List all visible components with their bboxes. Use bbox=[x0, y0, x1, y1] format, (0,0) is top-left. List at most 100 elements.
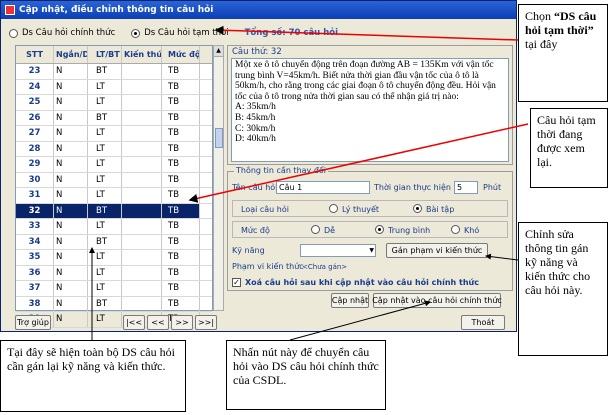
table-row[interactable]: 33 N LT TB bbox=[16, 219, 212, 235]
table-row[interactable]: 34 N BT TB bbox=[16, 234, 212, 250]
cell-stt: 36 bbox=[16, 265, 54, 280]
scroll-up-icon[interactable]: ▲ bbox=[214, 46, 223, 57]
cell-type: LT bbox=[88, 126, 122, 141]
nav-last-button[interactable]: >>| bbox=[195, 315, 217, 330]
radio-theory[interactable] bbox=[329, 204, 338, 213]
window-title: Cập nhật, điều chỉnh thông tin câu hỏi bbox=[19, 5, 214, 15]
cell-type: LT bbox=[88, 141, 122, 156]
table-row[interactable]: 36 N LT TB bbox=[16, 265, 212, 281]
cell-knowledge bbox=[122, 219, 162, 234]
radio-easy-label: Dễ bbox=[324, 226, 336, 235]
radio-hard-label: Khó bbox=[464, 226, 480, 235]
update-official-button[interactable]: Cập nhật vào câu hỏi chính thức bbox=[372, 293, 502, 308]
table-row[interactable]: 28 N LT TB bbox=[16, 141, 212, 157]
radio-medium[interactable] bbox=[375, 225, 384, 234]
time-input[interactable]: 5 bbox=[454, 181, 478, 194]
scroll-thumb[interactable] bbox=[215, 128, 223, 148]
type-group: Loại câu hỏi Lý thuyết Bài tập bbox=[232, 200, 508, 217]
col-level[interactable]: Mức độ bbox=[162, 46, 200, 63]
cell-knowledge bbox=[122, 110, 162, 125]
col-length[interactable]: Ngắn/Dài bbox=[54, 46, 88, 63]
cell-knowledge bbox=[122, 203, 162, 218]
cell-stt: 26 bbox=[16, 110, 54, 125]
cell-stt: 24 bbox=[16, 79, 54, 94]
cell-length: N bbox=[54, 141, 88, 156]
cell-stt: 38 bbox=[16, 296, 54, 311]
table-row[interactable]: 24 N LT TB bbox=[16, 79, 212, 95]
callout-select-temp-post: tại đây bbox=[525, 37, 558, 51]
cell-level: TB bbox=[162, 203, 200, 218]
assign-scope-button[interactable]: Gán phạm vi kiến thức bbox=[386, 243, 488, 258]
radio-temp-dot[interactable] bbox=[131, 28, 141, 38]
nav-prev-button[interactable]: << bbox=[147, 315, 169, 330]
cell-length: N bbox=[54, 110, 88, 125]
cell-level: TB bbox=[162, 157, 200, 172]
radio-easy[interactable] bbox=[311, 225, 320, 234]
col-type[interactable]: LT/BT bbox=[88, 46, 122, 63]
table-row[interactable]: 38 N BT TB bbox=[16, 296, 212, 312]
skill-label: Kỹ năng bbox=[232, 246, 265, 255]
cell-knowledge bbox=[122, 250, 162, 265]
table-row[interactable]: 37 N LT TB bbox=[16, 281, 212, 297]
cell-type: BT bbox=[88, 203, 122, 218]
cell-level: TB bbox=[162, 110, 200, 125]
cell-stt: 27 bbox=[16, 126, 54, 141]
radio-exercise[interactable] bbox=[413, 204, 422, 213]
question-textarea[interactable]: Một xe ô tô chuyển động trên đoạn đường … bbox=[231, 58, 509, 162]
cell-knowledge bbox=[122, 79, 162, 94]
cell-level: TB bbox=[162, 188, 200, 203]
table-row[interactable]: 27 N LT TB bbox=[16, 126, 212, 142]
radio-temp-list[interactable]: Ds Câu hỏi tạm thời bbox=[131, 28, 229, 38]
delete-after-update-label: Xoá câu hỏi sau khi cập nhật vào câu hỏi… bbox=[245, 278, 479, 287]
table-row[interactable]: 25 N LT TB bbox=[16, 95, 212, 111]
radio-official-dot[interactable] bbox=[9, 28, 18, 38]
radio-official-list[interactable]: Ds Câu hỏi chính thức bbox=[9, 28, 115, 38]
cell-knowledge bbox=[122, 234, 162, 249]
cell-type: LT bbox=[88, 188, 122, 203]
chevron-down-icon[interactable]: ▼ bbox=[369, 245, 374, 256]
cell-type: LT bbox=[88, 312, 122, 327]
question-grid: STT Ngắn/Dài LT/BT Kiến thức Mức độ 23NB… bbox=[15, 45, 213, 328]
cell-type: BT bbox=[88, 234, 122, 249]
cell-length: N bbox=[54, 188, 88, 203]
cell-length: N bbox=[54, 219, 88, 234]
radio-temp-label: Ds Câu hỏi tạm thời bbox=[144, 28, 229, 38]
cell-knowledge bbox=[122, 157, 162, 172]
radio-hard[interactable] bbox=[451, 225, 460, 234]
update-button[interactable]: Cập nhật bbox=[331, 293, 369, 308]
grid-scrollbar[interactable]: ▲ bbox=[213, 45, 224, 311]
table-row[interactable]: 23 N BT TB bbox=[16, 64, 212, 80]
table-row[interactable]: 26 N BT TB bbox=[16, 110, 212, 126]
cell-knowledge bbox=[122, 281, 162, 296]
cell-type: LT bbox=[88, 95, 122, 110]
type-label: Loại câu hỏi bbox=[241, 205, 289, 214]
cell-stt: 29 bbox=[16, 157, 54, 172]
nav-next-button[interactable]: >> bbox=[171, 315, 193, 330]
table-row[interactable]: 29 N LT TB bbox=[16, 157, 212, 173]
table-row[interactable]: 32 N BT TB bbox=[16, 203, 212, 219]
cell-length: N bbox=[54, 296, 88, 311]
option-b: B: 45km/h bbox=[235, 112, 276, 123]
time-unit: Phút bbox=[483, 183, 502, 192]
table-row[interactable]: 31 N LT TB bbox=[16, 188, 212, 204]
name-label: Tên câu hỏi bbox=[232, 183, 278, 192]
table-row[interactable]: 30 N LT TB bbox=[16, 172, 212, 188]
nav-first-button[interactable]: |<< bbox=[123, 315, 145, 330]
option-c: C: 30km/h bbox=[235, 123, 276, 134]
col-stt[interactable]: STT bbox=[16, 46, 54, 63]
cell-stt: 32 bbox=[16, 203, 54, 218]
help-button[interactable]: Trợ giúp bbox=[15, 315, 51, 330]
table-row[interactable]: 35 N LT TB bbox=[16, 250, 212, 266]
cell-stt: 25 bbox=[16, 95, 54, 110]
option-a: A: 35km/h bbox=[235, 102, 276, 113]
name-input[interactable]: Câu 1 bbox=[276, 181, 370, 194]
exit-button[interactable]: Thoát bbox=[461, 315, 505, 330]
delete-after-update-checkbox[interactable]: ✓ bbox=[232, 278, 241, 287]
cell-level: TB bbox=[162, 219, 200, 234]
question-body: Một xe ô tô chuyển động trên đoạn đường … bbox=[235, 60, 496, 102]
col-knowledge[interactable]: Kiến thức bbox=[122, 46, 162, 63]
cell-stt: 31 bbox=[16, 188, 54, 203]
skill-select[interactable]: ▼ bbox=[300, 244, 376, 257]
radio-medium-label: Trung bình bbox=[388, 226, 431, 235]
cell-type: LT bbox=[88, 250, 122, 265]
